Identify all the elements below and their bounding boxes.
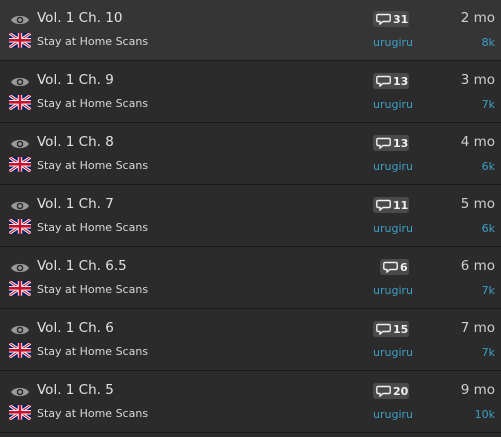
chapter-title[interactable]: Vol. 1 Ch. 8 [37,134,114,150]
comments-badge[interactable]: 15 [373,321,409,337]
comment-bubble-icon [376,75,393,87]
chapter-row[interactable]: Vol. 1 Ch. 10 Stay at Home Scans 31 urugiru… [0,0,501,61]
scanlation-group-link[interactable]: Stay at Home Scans [37,159,148,172]
comments-badge[interactable]: 13 [373,73,409,89]
uk-flag-icon [8,32,32,50]
uk-flag-icon [8,218,32,236]
scanlation-group-link[interactable]: Stay at Home Scans [37,345,148,358]
comment-bubble-icon [376,323,393,335]
comments-badge[interactable]: 13 [373,135,409,151]
uploader-link[interactable]: urugiru [373,346,413,359]
chapter-row[interactable]: Vol. 1 Ch. 6.5 Stay at Home Scans 6 urugiru… [0,248,501,309]
chapter-title[interactable]: Vol. 1 Ch. 5 [37,382,114,398]
view-count: 6k [481,222,495,235]
comment-count: 31 [393,12,409,26]
uk-flag-icon [8,404,32,422]
scanlation-group-link[interactable]: Stay at Home Scans [37,283,148,296]
scanlation-group-link[interactable]: Stay at Home Scans [37,97,148,110]
chapter-title[interactable]: Vol. 1 Ch. 6 [37,320,114,336]
eye-icon[interactable] [10,322,30,336]
uk-flag-icon [8,94,32,112]
eye-icon[interactable] [10,260,30,274]
chapter-list: Vol. 1 Ch. 10 Stay at Home Scans 31 urugiru… [0,0,501,437]
upload-time: 5 mo [460,196,495,212]
comment-count: 13 [393,74,409,88]
comment-count: 11 [393,198,409,212]
uploader-link[interactable]: urugiru [373,408,413,421]
chapter-row[interactable]: Vol. 1 Ch. 9 Stay at Home Scans 13 urugiru 3… [0,62,501,123]
comments-badge[interactable]: 6 [380,259,409,275]
upload-time: 4 mo [460,134,495,150]
comments-badge[interactable]: 20 [373,383,409,399]
scanlation-group-link[interactable]: Stay at Home Scans [37,407,148,420]
chapter-row[interactable]: Vol. 1 Ch. 7 Stay at Home Scans 11 urugiru 5… [0,186,501,247]
uk-flag-icon [8,342,32,360]
comments-badge[interactable]: 11 [373,197,409,213]
uk-flag-icon [8,156,32,174]
comment-bubble-icon [376,13,393,25]
comment-count: 13 [393,136,409,150]
comment-count: 20 [393,384,409,398]
comments-badge[interactable]: 31 [373,11,409,27]
view-count: 10k [474,408,495,421]
chapter-title[interactable]: Vol. 1 Ch. 9 [37,72,114,88]
upload-time: 9 mo [460,382,495,398]
comment-bubble-icon [376,137,393,149]
view-count: 6k [481,160,495,173]
chapter-row[interactable]: Vol. 1 Ch. 6 Stay at Home Scans 15 urugiru 7… [0,310,501,371]
eye-icon[interactable] [10,12,30,26]
upload-time: 7 mo [460,320,495,336]
scanlation-group-link[interactable]: Stay at Home Scans [37,35,148,48]
comment-bubble-icon [383,261,400,273]
chapter-title[interactable]: Vol. 1 Ch. 10 [37,10,122,26]
view-count: 8k [481,36,495,49]
upload-time: 6 mo [460,258,495,274]
uploader-link[interactable]: urugiru [373,222,413,235]
uploader-link[interactable]: urugiru [373,36,413,49]
uploader-link[interactable]: urugiru [373,284,413,297]
eye-icon[interactable] [10,136,30,150]
uploader-link[interactable]: urugiru [373,160,413,173]
comment-bubble-icon [376,199,393,211]
uploader-link[interactable]: urugiru [373,98,413,111]
chapter-title[interactable]: Vol. 1 Ch. 7 [37,196,114,212]
view-count: 7k [481,346,495,359]
eye-icon[interactable] [10,384,30,398]
chapter-title[interactable]: Vol. 1 Ch. 6.5 [37,258,127,274]
scanlation-group-link[interactable]: Stay at Home Scans [37,221,148,234]
comment-count: 6 [400,260,408,274]
chapter-row[interactable]: Vol. 1 Ch. 8 Stay at Home Scans 13 urugiru 4… [0,124,501,185]
chapter-row[interactable]: Vol. 1 Ch. 5 Stay at Home Scans 20 urugiru 9… [0,372,501,433]
comment-bubble-icon [376,385,393,397]
eye-icon[interactable] [10,198,30,212]
upload-time: 2 mo [460,10,495,26]
view-count: 7k [481,284,495,297]
view-count: 7k [481,98,495,111]
uk-flag-icon [8,280,32,298]
comment-count: 15 [393,322,409,336]
upload-time: 3 mo [460,72,495,88]
eye-icon[interactable] [10,74,30,88]
